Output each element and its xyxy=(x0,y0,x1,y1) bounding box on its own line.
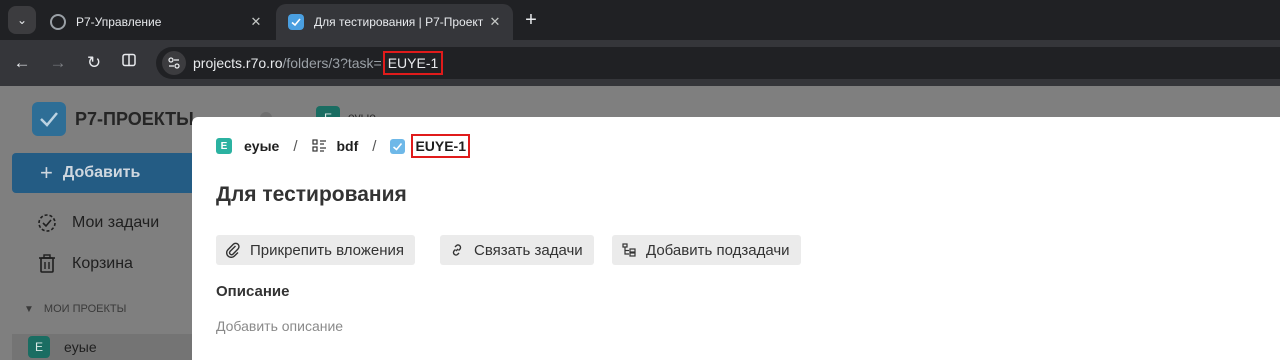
link-icon xyxy=(448,241,466,259)
url-path: /folders/3?task= xyxy=(282,55,382,71)
paperclip-icon xyxy=(224,241,242,259)
link-tasks-button-label: Связать задачи xyxy=(474,241,583,259)
split-view-button[interactable] xyxy=(116,50,142,76)
project-badge: E xyxy=(216,138,232,154)
my-projects-section[interactable]: ▼ МОИ ПРОЕКТЫ xyxy=(24,303,126,315)
browser-toolbar: ← → ↻ projects.r7o.ro/folders/3?task= EUY… xyxy=(0,40,1280,86)
add-subtasks-button[interactable]: Добавить подзадачи xyxy=(612,235,801,265)
arrow-left-icon: ← xyxy=(13,53,31,72)
tune-icon xyxy=(168,57,180,69)
checkbox-favicon-icon xyxy=(288,14,304,30)
split-view-icon xyxy=(122,53,136,67)
address-bar[interactable]: projects.r7o.ro/folders/3?task= EUYE-1 xyxy=(156,47,1280,79)
browser-tab-strip: ⌄ Р7-Управление ✕ Для тестирования | Р7-… xyxy=(0,0,1280,40)
trash-icon xyxy=(36,253,58,275)
task-title[interactable]: Для тестирования xyxy=(216,183,407,207)
board-icon xyxy=(311,139,327,153)
tab-title: Р7-Управление xyxy=(76,15,162,29)
back-button[interactable]: ← xyxy=(9,50,35,76)
url-host: projects.r7o.ro xyxy=(193,55,283,71)
breadcrumb-project[interactable]: eyыe xyxy=(244,138,279,154)
sidebar-project-item[interactable]: E eyыe xyxy=(12,334,202,360)
breadcrumb-separator: / xyxy=(372,137,377,155)
tab-r7-management[interactable]: Р7-Управление ✕ xyxy=(38,4,274,40)
close-icon[interactable]: ✕ xyxy=(485,14,505,30)
close-icon[interactable]: ✕ xyxy=(246,14,266,30)
breadcrumb-task-key[interactable]: EUYE-1 xyxy=(411,134,471,158)
brand-name: Р7-ПРОЕКТЫ xyxy=(75,108,194,129)
tab-testing-active[interactable]: Для тестирования | Р7-Проект ✕ xyxy=(276,4,513,40)
sidebar-item-my-tasks[interactable]: Мои задачи xyxy=(36,212,159,234)
site-info-button[interactable] xyxy=(162,51,186,75)
sidebar-item-label: Мои задачи xyxy=(72,214,160,231)
add-subtasks-button-label: Добавить подзадачи xyxy=(646,241,790,259)
project-name: eyыe xyxy=(64,339,97,355)
breadcrumb-board[interactable]: bdf xyxy=(337,138,359,154)
project-badge: E xyxy=(28,336,50,358)
forward-button[interactable]: → xyxy=(45,50,71,76)
plus-icon: + xyxy=(40,160,53,185)
attach-button-label: Прикрепить вложения xyxy=(250,241,404,259)
sidebar-item-label: Корзина xyxy=(72,255,133,272)
add-button[interactable]: + Добавить xyxy=(12,153,204,193)
link-tasks-button[interactable]: Связать задачи xyxy=(440,235,594,265)
new-tab-button[interactable]: + xyxy=(519,8,543,32)
section-title: МОИ ПРОЕКТЫ xyxy=(43,303,127,315)
arrow-right-icon: → xyxy=(49,53,67,72)
add-button-label: Добавить xyxy=(62,164,141,181)
app-favicon-icon xyxy=(50,14,66,30)
description-placeholder[interactable]: Добавить описание xyxy=(216,318,343,334)
brand[interactable]: Р7-ПРОЕКТЫ xyxy=(32,102,194,136)
reload-button[interactable]: ↻ xyxy=(81,50,107,76)
url-task-highlight: EUYE-1 xyxy=(382,51,444,75)
breadcrumb-separator: / xyxy=(293,137,298,155)
chevron-down-icon: ⌄ xyxy=(16,13,28,27)
subtasks-icon xyxy=(620,241,638,259)
url-text: projects.r7o.ro/folders/3?task= EUYE-1 xyxy=(193,47,444,79)
breadcrumb: E eyыe / bdf / EUYE-1 xyxy=(216,133,471,159)
sidebar-item-trash[interactable]: Корзина xyxy=(36,253,133,275)
tab-title: Для тестирования | Р7-Проект xyxy=(314,15,484,29)
reload-icon: ↻ xyxy=(86,53,102,72)
logo-check-icon xyxy=(32,102,66,136)
attach-button[interactable]: Прикрепить вложения xyxy=(216,235,415,265)
task-checkbox-icon xyxy=(390,138,406,154)
description-label: Описание xyxy=(216,283,290,300)
task-modal: E eyыe / bdf / EUYE-1 Для тестирования П… xyxy=(192,117,1280,360)
chevron-down-icon: ▼ xyxy=(24,303,34,315)
task-check-icon xyxy=(36,212,58,234)
tab-search-button[interactable]: ⌄ xyxy=(8,6,36,34)
